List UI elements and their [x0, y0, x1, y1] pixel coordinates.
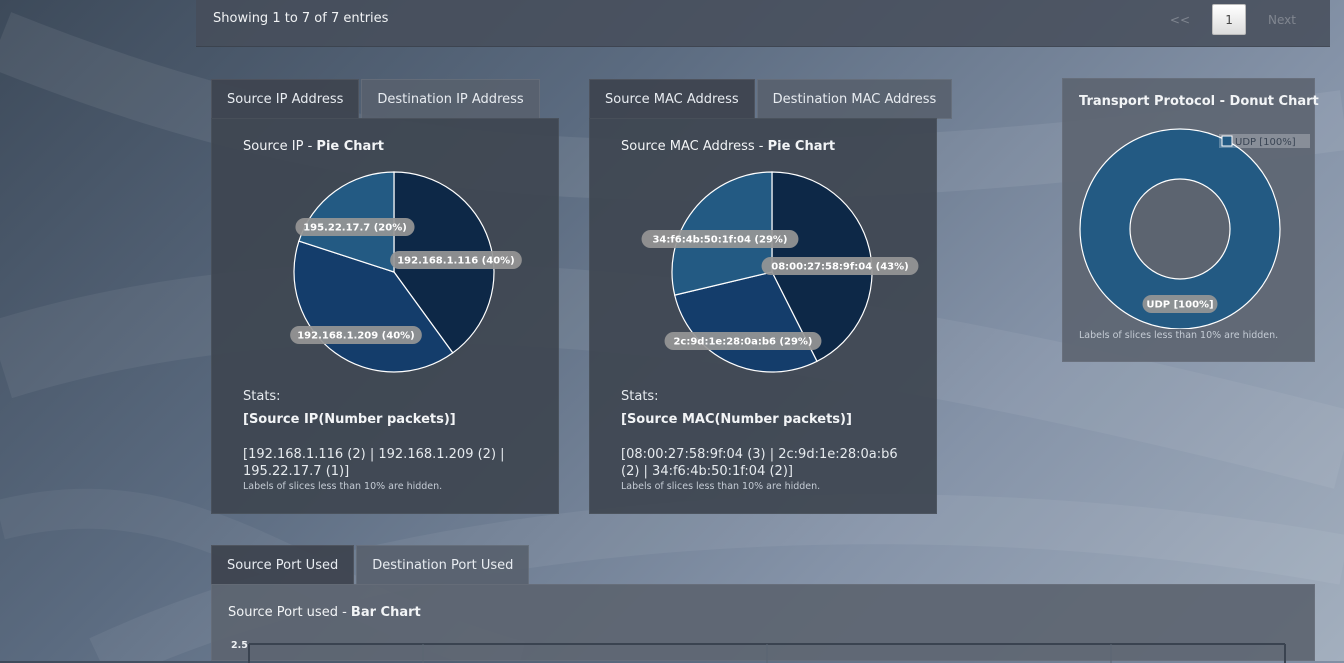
pie-slice-label: 195.22.17.7 (20%): [295, 218, 415, 236]
entries-info: Showing 1 to 7 of 7 entries: [213, 11, 389, 26]
ip-card: Source IP - Pie Chart 192.168.1.116 (40%…: [211, 118, 559, 514]
tab-destination-ip[interactable]: Destination IP Address: [361, 79, 540, 119]
tab-source-ip[interactable]: Source IP Address: [211, 79, 360, 119]
donut-legend: UDP [100%]: [1219, 134, 1310, 148]
pie-slice-label: 192.168.1.116 (40%): [390, 251, 522, 269]
mac-stats-values: [08:00:27:58:9f:04 (3) | 2c:9d:1e:28:0a:…: [621, 447, 898, 479]
pie-slice-label: 08:00:27:58:9f:04 (43%): [761, 257, 919, 275]
donut-hole: [1129, 178, 1231, 280]
svg-text:2c:9d:1e:28:0a:b6 (29%): 2c:9d:1e:28:0a:b6 (29%): [673, 337, 812, 348]
port-tabs: Source Port Used Destination Port Used: [211, 545, 530, 585]
prev-page-link[interactable]: <<: [1158, 13, 1202, 27]
tab-destination-port[interactable]: Destination Port Used: [356, 545, 530, 585]
ip-stats-heading: [Source IP(Number packets)]: [243, 412, 456, 427]
tab-source-mac[interactable]: Source MAC Address: [589, 79, 755, 119]
table-footer-bar: Showing 1 to 7 of 7 entries << 1 Next: [196, 0, 1330, 47]
ip-tabs: Source IP Address Destination IP Address: [211, 79, 540, 119]
tab-source-port[interactable]: Source Port Used: [211, 545, 355, 585]
mac-chart-note: Labels of slices less than 10% are hidde…: [621, 481, 821, 492]
transport-donut-chart: UDP [100%] UDP [100%]: [1079, 128, 1310, 329]
port-bar-chart-frame: [248, 643, 1286, 663]
donut-slice-label: UDP [100%]: [1142, 295, 1218, 313]
pagination: << 1 Next: [1158, 4, 1308, 35]
pie-slice-label: 192.168.1.209 (40%): [290, 326, 422, 344]
next-page-link[interactable]: Next: [1256, 13, 1308, 27]
pie-slice-label: 2c:9d:1e:28:0a:b6 (29%): [664, 332, 822, 350]
transport-card: Transport Protocol - Donut Chart UDP [10…: [1062, 78, 1319, 362]
transport-chart-title: Transport Protocol - Donut Chart: [1079, 94, 1319, 109]
ip-stats-values: [192.168.1.116 (2) | 192.168.1.209 (2) |…: [243, 447, 505, 479]
tab-destination-mac[interactable]: Destination MAC Address: [756, 79, 953, 119]
transport-chart-note: Labels of slices less than 10% are hidde…: [1079, 330, 1279, 341]
mac-tabs: Source MAC Address Destination MAC Addre…: [589, 79, 953, 119]
ip-stats-label: Stats:: [243, 389, 281, 404]
port-chart-title: Source Port used - Bar Chart: [228, 605, 421, 620]
svg-text:192.168.1.116 (40%): 192.168.1.116 (40%): [397, 256, 515, 267]
pie-slice-label: 34:f6:4b:50:1f:04 (29%): [641, 230, 799, 248]
svg-text:192.168.1.209 (40%): 192.168.1.209 (40%): [297, 331, 415, 342]
svg-text:UDP [100%]: UDP [100%]: [1146, 300, 1213, 311]
ip-chart-title: Source IP - Pie Chart: [243, 139, 384, 154]
svg-text:08:00:27:58:9f:04 (43%): 08:00:27:58:9f:04 (43%): [771, 262, 908, 273]
mac-card: Source MAC Address - Pie Chart 08:00:27:…: [589, 118, 937, 514]
svg-text:UDP [100%]: UDP [100%]: [1235, 137, 1296, 148]
mac-chart-title: Source MAC Address - Pie Chart: [621, 139, 836, 154]
port-card: Source Port used - Bar Chart 2.5: [211, 584, 1315, 663]
ip-chart-note: Labels of slices less than 10% are hidde…: [243, 481, 443, 492]
mac-stats-label: Stats:: [621, 389, 659, 404]
svg-text:34:f6:4b:50:1f:04 (29%): 34:f6:4b:50:1f:04 (29%): [652, 235, 787, 246]
page-1-button[interactable]: 1: [1212, 4, 1247, 35]
mac-stats-heading: [Source MAC(Number packets)]: [621, 412, 852, 427]
svg-text:195.22.17.7 (20%): 195.22.17.7 (20%): [303, 223, 407, 234]
